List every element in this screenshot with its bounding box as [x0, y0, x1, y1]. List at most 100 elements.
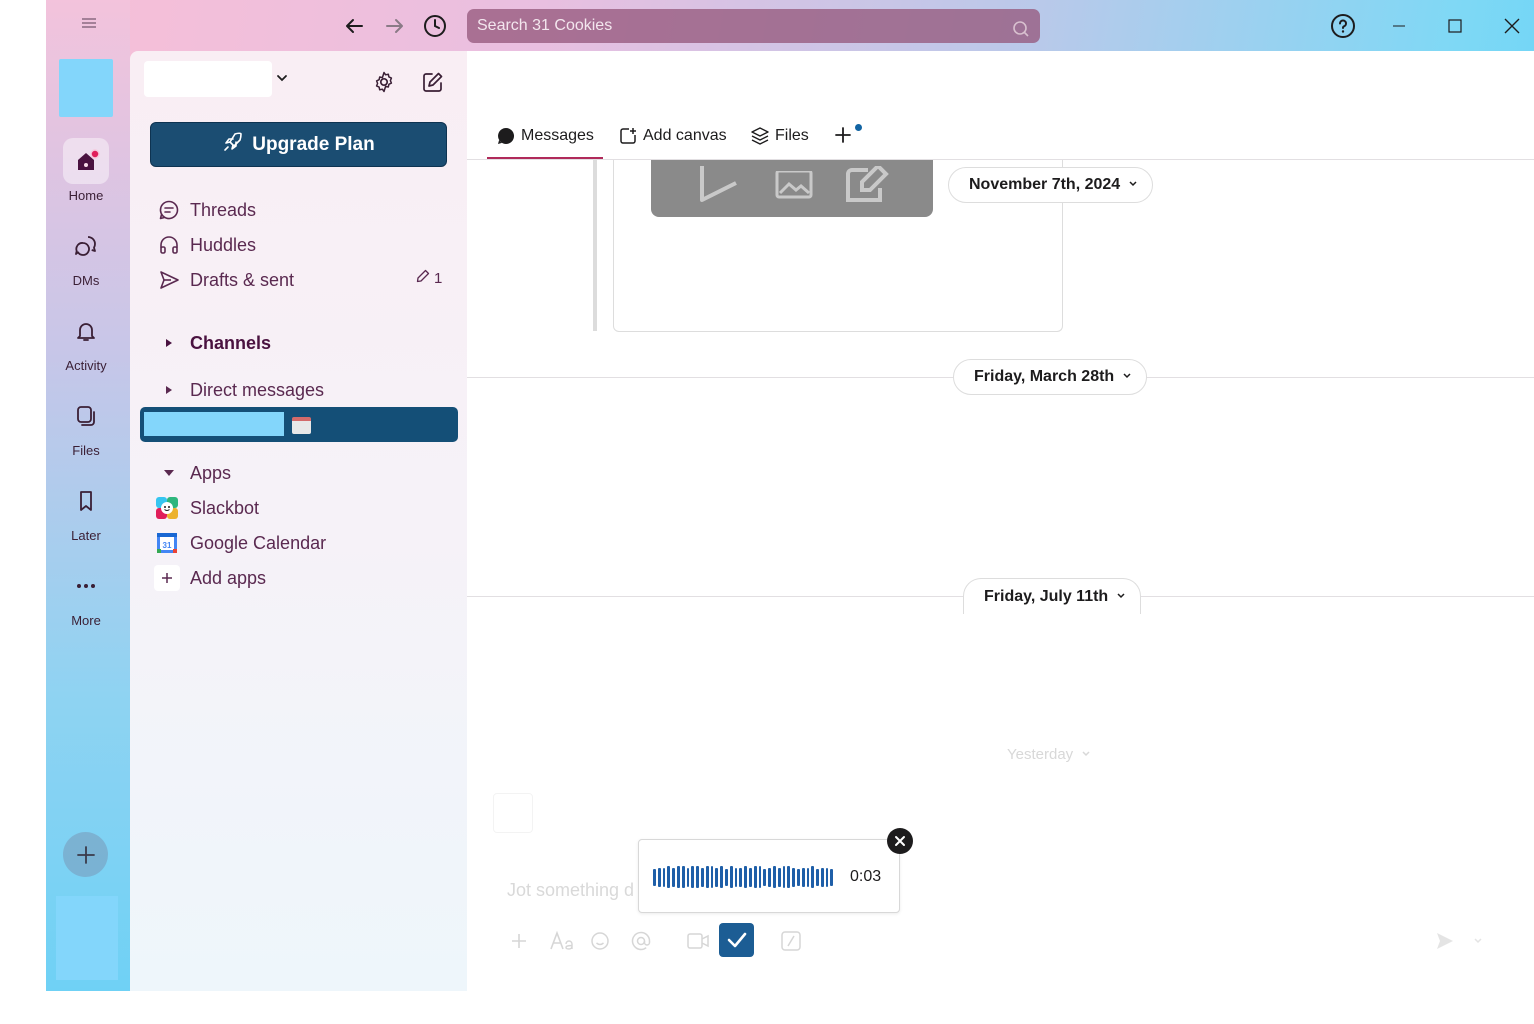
sidebar-item-threads[interactable]: Threads [158, 196, 256, 224]
minimize-icon[interactable] [1385, 12, 1413, 40]
threads-label: Threads [190, 199, 257, 220]
waveform-bar [782, 866, 786, 888]
sidebar-item-drafts[interactable]: Drafts & sent [158, 266, 294, 294]
edit-icon [844, 163, 890, 211]
upgrade-plan-button[interactable]: Upgrade Plan [150, 122, 447, 167]
waveform-bar [734, 867, 738, 887]
upgrade-plan-label: Upgrade Plan [252, 133, 375, 155]
bookmark-icon [63, 478, 109, 524]
tab-messages[interactable]: Messages [487, 123, 603, 159]
send-icon[interactable] [1435, 928, 1455, 954]
user-avatar[interactable] [56, 896, 118, 980]
apps-label: Apps [190, 462, 232, 483]
settings-gear-icon[interactable] [370, 68, 398, 96]
back-arrow-icon[interactable] [341, 13, 367, 39]
rail-later-label: Later [71, 528, 101, 543]
date-divider-jul-11[interactable]: Friday, July 11th [963, 578, 1142, 614]
bell-icon [63, 308, 109, 354]
sidebar-item-huddles[interactable]: Huddles [158, 231, 256, 259]
waveform-bar [772, 866, 776, 888]
mention-icon[interactable] [630, 928, 652, 954]
forward-arrow-icon[interactable] [382, 13, 408, 39]
add-apps-label: Add apps [190, 567, 267, 588]
date-divider-nov-7[interactable]: November 7th, 2024 [948, 167, 1154, 203]
chevron-down-icon[interactable] [275, 71, 289, 90]
tab-files[interactable]: Files [751, 123, 809, 159]
waveform-bar [763, 868, 767, 886]
sidebar-section-apps[interactable]: Apps [158, 459, 231, 487]
rail-more[interactable]: More [46, 563, 126, 628]
tab-add-canvas-label: Add canvas [643, 127, 727, 144]
slackbot-label: Slackbot [190, 497, 260, 518]
new-indicator-dot [855, 124, 862, 131]
video-icon[interactable] [687, 928, 709, 954]
composer-plus-icon[interactable] [509, 928, 529, 954]
emoji-icon[interactable] [590, 928, 610, 954]
sidebar-item-google-calendar[interactable]: 31 Google Calendar [154, 529, 326, 557]
add-workspace-button[interactable] [63, 832, 108, 877]
confirm-checkmark-button[interactable] [719, 923, 754, 957]
more-icon [63, 563, 109, 609]
search-bar[interactable]: Search 31 Cookies [467, 9, 1040, 43]
date-label: Yesterday [1007, 745, 1074, 763]
date-divider-mar-28[interactable]: Friday, March 28th [953, 359, 1148, 395]
waveform-bar [662, 867, 666, 887]
sidebar-item-slackbot[interactable]: Slackbot [154, 494, 259, 522]
threads-icon [158, 199, 180, 221]
hamburger-menu-icon[interactable] [80, 16, 98, 34]
google-calendar-icon: 31 [154, 530, 180, 556]
close-audio-icon[interactable] [887, 828, 913, 854]
waveform-bar [753, 866, 757, 888]
slash-command-icon[interactable] [781, 928, 801, 954]
canvas-icon [619, 127, 637, 145]
date-label: Friday, March 28th [974, 368, 1115, 385]
workspace-switcher[interactable] [59, 59, 113, 117]
drafts-count-badge: 1 [416, 269, 442, 287]
date-divider-yesterday[interactable]: Yesterday [987, 736, 1106, 772]
search-placeholder: Search 31 Cookies [477, 17, 613, 34]
slackbot-icon [154, 495, 180, 521]
sidebar-section-channels[interactable]: Channels [158, 329, 271, 357]
selected-dm-row[interactable] [140, 407, 458, 442]
channels-label: Channels [190, 332, 272, 353]
maximize-icon[interactable] [1441, 12, 1469, 40]
sidebar-section-direct-messages[interactable]: Direct messages [158, 376, 324, 404]
search-icon [1012, 17, 1030, 51]
tab-messages-label: Messages [521, 127, 594, 144]
rail-files[interactable]: Files [46, 393, 126, 458]
waveform-bar [729, 866, 733, 888]
sidebar-item-add-apps[interactable]: Add apps [154, 564, 266, 592]
redacted-dm-name [144, 412, 284, 436]
waveform-bar [748, 867, 752, 887]
composer-placeholder[interactable]: Jot something d [507, 880, 634, 901]
audio-waveform[interactable] [653, 864, 834, 890]
rail-home[interactable]: Home [46, 138, 126, 203]
waveform-bar [653, 868, 656, 886]
send-options-chevron-icon[interactable] [1473, 928, 1483, 954]
waveform-bar [811, 866, 815, 888]
rail-later[interactable]: Later [46, 478, 126, 543]
compose-icon[interactable] [419, 68, 447, 96]
waveform-bar [705, 866, 709, 888]
rail-activity-label: Activity [65, 358, 107, 373]
waveform-bar [777, 867, 781, 887]
waveform-bar [676, 866, 680, 888]
google-calendar-icon-text: 31 [163, 541, 172, 550]
tab-add-canvas[interactable]: Add canvas [619, 123, 727, 159]
audio-clip-preview[interactable]: 0:03 [638, 839, 900, 913]
message-bubble-icon [497, 127, 515, 145]
add-tab-plus-icon[interactable] [833, 125, 855, 147]
format-text-icon[interactable] [549, 928, 575, 954]
waveform-bar [657, 867, 661, 887]
media-thumbnail[interactable] [651, 160, 933, 217]
waveform-bar [672, 867, 675, 887]
help-icon[interactable] [1329, 12, 1357, 40]
close-window-icon[interactable] [1498, 12, 1526, 40]
rail-dms-label: DMs [72, 273, 100, 288]
waveform-bar [715, 867, 719, 887]
rail-dms[interactable]: DMs [46, 223, 126, 288]
rail-activity[interactable]: Activity [46, 308, 126, 373]
headphones-icon [158, 234, 180, 256]
workspace-name[interactable] [144, 61, 272, 97]
history-clock-icon[interactable] [422, 13, 448, 39]
